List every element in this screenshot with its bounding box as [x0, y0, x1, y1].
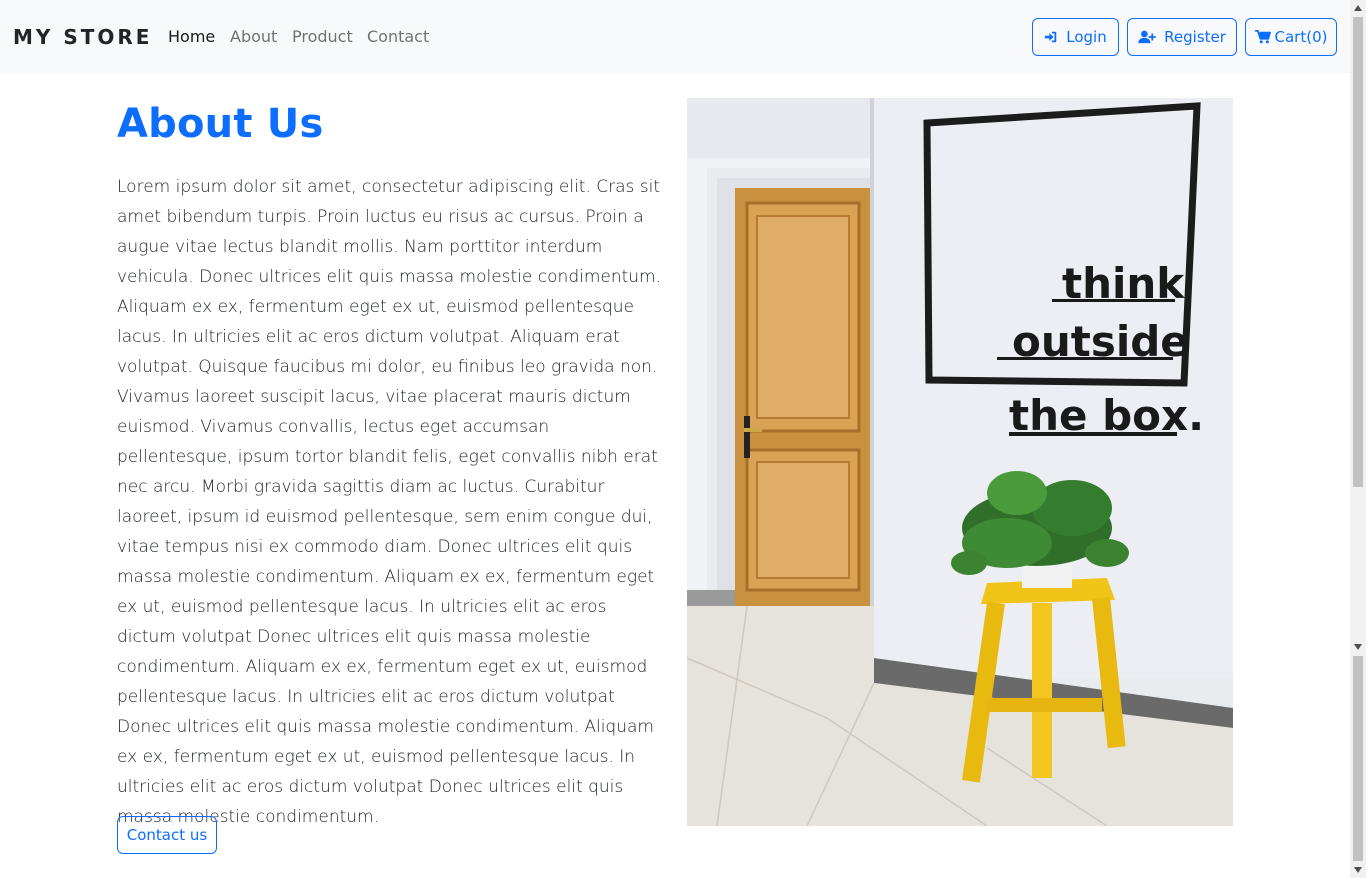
navbar: MY STORE Home About Product Contact Logi… [0, 0, 1350, 73]
login-button[interactable]: Login [1032, 18, 1119, 56]
scroll-bottom-arrow-icon[interactable] [1350, 862, 1366, 878]
scroll-down-arrow-icon[interactable] [1350, 640, 1366, 654]
page-title: About Us [117, 101, 324, 147]
nav-link-about[interactable]: About [230, 26, 277, 48]
register-label: Register [1164, 28, 1226, 46]
nav-link-home[interactable]: Home [168, 26, 215, 48]
about-description: Lorem ipsum dolor sit amet, consectetur … [117, 177, 662, 827]
contact-us-button[interactable]: Contact us [117, 816, 217, 854]
scroll-up-arrow-icon[interactable] [1350, 0, 1366, 16]
cart-label: Cart(0) [1274, 28, 1328, 46]
nav-link-product[interactable]: Product [292, 26, 353, 48]
vertical-scrollbar[interactable] [1350, 0, 1366, 878]
room-photo-illustration: think outside the box. [687, 98, 1233, 826]
nav-link-contact[interactable]: Contact [367, 26, 429, 48]
shopping-cart-icon [1254, 30, 1271, 44]
user-plus-icon [1138, 30, 1156, 44]
login-label: Login [1066, 28, 1107, 46]
about-image: think outside the box. [687, 98, 1233, 826]
cart-button[interactable]: Cart(0) [1245, 18, 1337, 56]
brand-logo[interactable]: MY STORE [13, 24, 152, 50]
sign-in-icon [1045, 31, 1057, 43]
scrollbar-track-segment [1353, 656, 1363, 861]
register-button[interactable]: Register [1127, 18, 1237, 56]
scrollbar-thumb[interactable] [1353, 17, 1363, 487]
